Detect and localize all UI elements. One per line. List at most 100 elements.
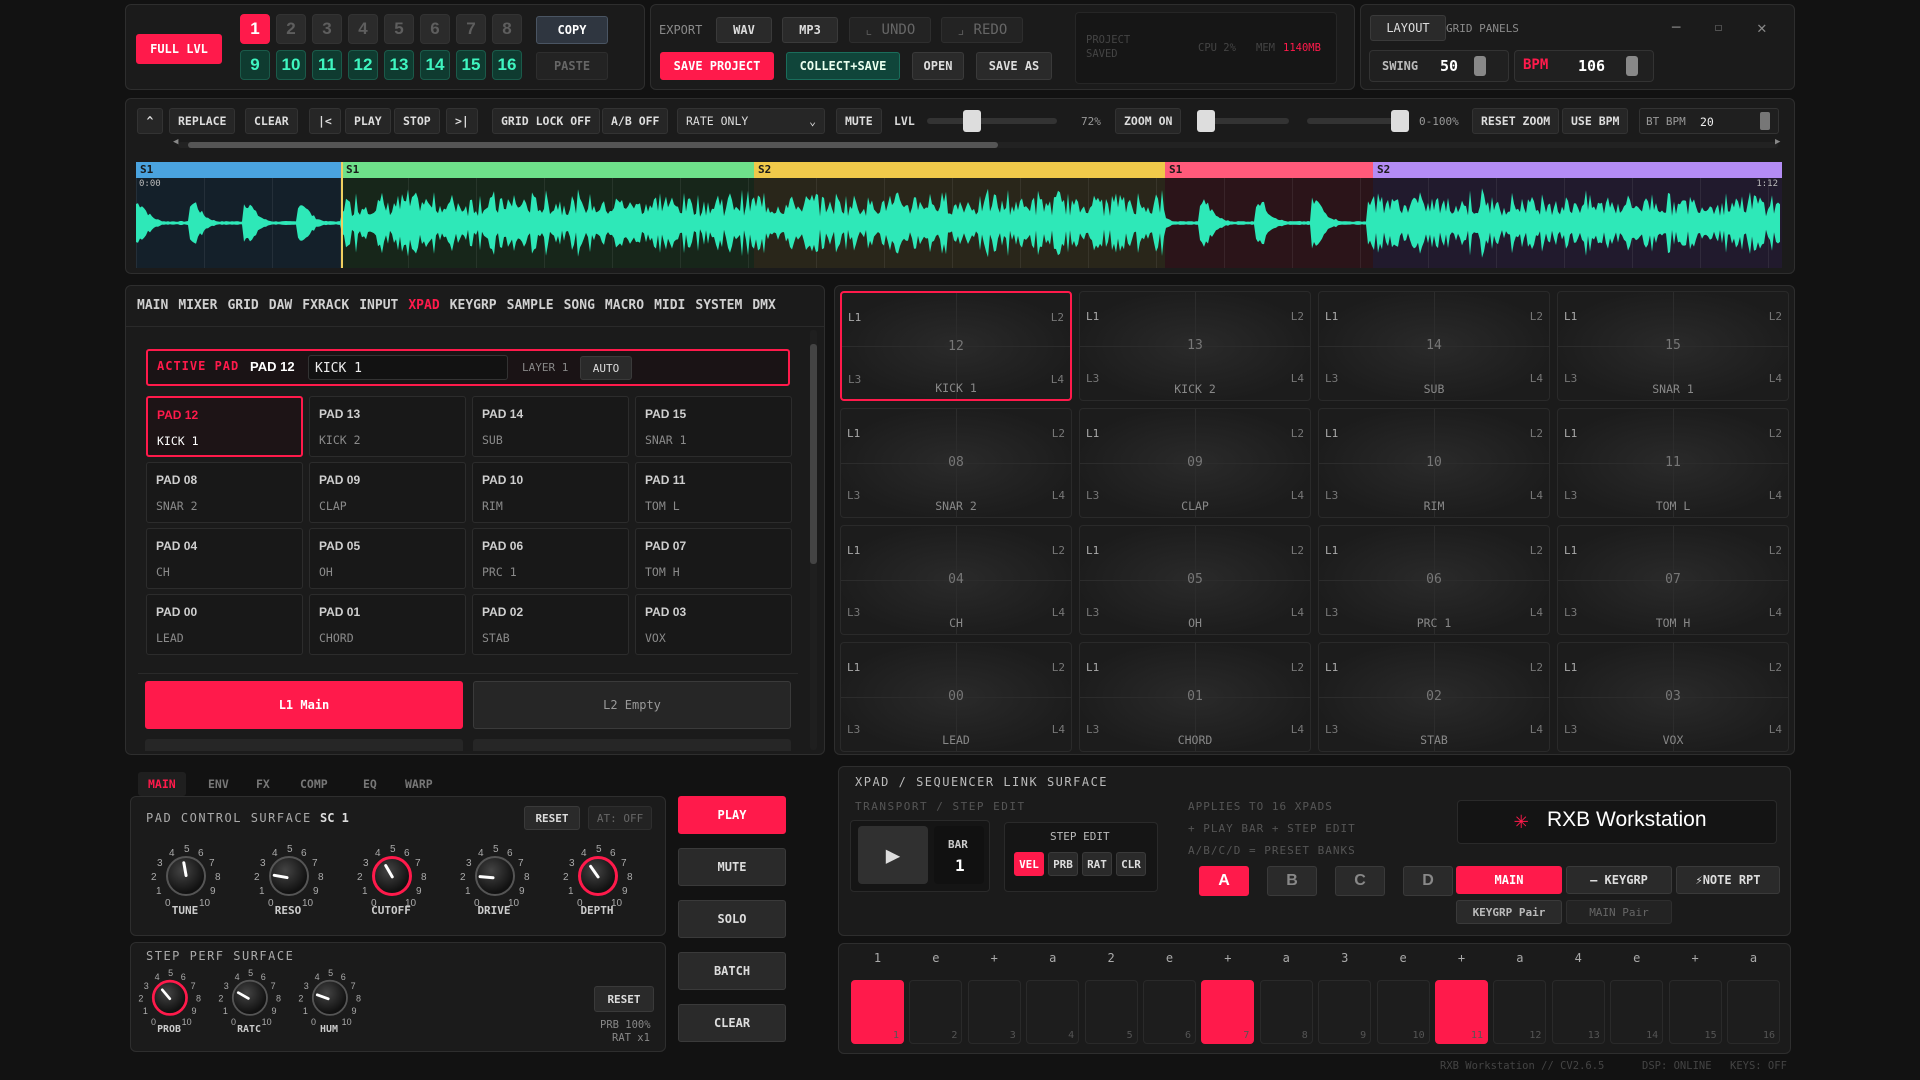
xpad-08[interactable]: L1 L2 L3 L4 08 SNAR 2 <box>840 408 1072 518</box>
open-button[interactable]: OPEN <box>912 52 964 80</box>
xpad-03[interactable]: L1 L2 L3 L4 03 VOX <box>1557 642 1789 752</box>
step-button[interactable]: 12 <box>1493 980 1547 1044</box>
bpm-slider-handle[interactable] <box>1626 56 1638 76</box>
step-button[interactable]: 6 <box>1143 980 1196 1044</box>
side-solo-button[interactable]: SOLO <box>678 900 786 938</box>
export-mp3-button[interactable]: MP3 <box>782 17 838 43</box>
knob-dial[interactable] <box>166 856 206 896</box>
knob-dial[interactable] <box>311 979 348 1016</box>
use-bpm-button[interactable]: USE BPM <box>1562 108 1629 134</box>
xpad-10[interactable]: L1 L2 L3 L4 10 RIM <box>1318 408 1550 518</box>
layer-4-button[interactable] <box>473 739 791 751</box>
collapse-up-button[interactable]: ^ <box>137 108 163 134</box>
pad-editor-scrollbar[interactable] <box>810 330 817 750</box>
step-mode-clr-button[interactable]: CLR <box>1116 852 1146 876</box>
knob-dial[interactable] <box>231 979 268 1016</box>
subtab-eq[interactable]: EQ <box>353 772 387 796</box>
lvl-slider-handle[interactable] <box>963 110 981 132</box>
knob-dial[interactable] <box>475 856 515 896</box>
pad-list-item[interactable]: PAD 06 PRC 1 <box>472 528 629 589</box>
pad-list-item[interactable]: PAD 07 TOM H <box>635 528 792 589</box>
prob-knob[interactable]: 0 1 2 3 4 5 6 7 8 9 10 PROB <box>124 960 214 1041</box>
bank-slot-1[interactable]: 1 <box>240 14 270 44</box>
side-play-button[interactable]: PLAY <box>678 796 786 834</box>
preset-bank-c-button[interactable]: C <box>1335 866 1385 896</box>
full-level-button[interactable]: FULL LVL <box>136 34 222 64</box>
bank-slot-2[interactable]: 2 <box>276 14 306 44</box>
maximize-icon[interactable]: ☐ <box>1715 20 1722 34</box>
subtab-fx[interactable]: FX <box>246 772 280 796</box>
bank-slot-10[interactable]: 10 <box>276 50 306 80</box>
note-repeat-button[interactable]: ⚡NOTE RPT <box>1676 866 1780 894</box>
tab-fxrack[interactable]: FXRACK <box>302 298 349 313</box>
ab-button[interactable]: A/B OFF <box>602 108 669 134</box>
collect-save-button[interactable]: COLLECT+SAVE <box>786 52 900 80</box>
depth-knob[interactable]: 0 1 2 3 4 5 6 7 8 9 10 DEPTH <box>547 834 647 924</box>
tab-main[interactable]: MAIN <box>137 298 168 313</box>
swing-slider-handle[interactable] <box>1474 56 1486 76</box>
hum-knob[interactable]: 0 1 2 3 4 5 6 7 8 9 10 HUM <box>284 960 374 1041</box>
zoom-slider[interactable] <box>1197 110 1289 132</box>
clear-button[interactable]: CLEAR <box>245 108 298 134</box>
pad-list-item[interactable]: PAD 12 KICK 1 <box>146 396 303 457</box>
tab-mixer[interactable]: MIXER <box>178 298 217 313</box>
pad-list-item[interactable]: PAD 03 VOX <box>635 594 792 655</box>
bank-slot-15[interactable]: 15 <box>456 50 486 80</box>
replace-button[interactable]: REPLACE <box>169 108 236 134</box>
pad-list-item[interactable]: PAD 13 KICK 2 <box>309 396 466 457</box>
tab-grid[interactable]: GRID <box>227 298 258 313</box>
bank-slot-4[interactable]: 4 <box>348 14 378 44</box>
pad-list-item[interactable]: PAD 14 SUB <box>472 396 629 457</box>
pad-list-item[interactable]: PAD 01 CHORD <box>309 594 466 655</box>
side-clear-button[interactable]: CLEAR <box>678 1004 786 1042</box>
pad-list-item[interactable]: PAD 11 TOM L <box>635 462 792 523</box>
step-button[interactable]: 3 <box>967 980 1021 1044</box>
bank-slot-7[interactable]: 7 <box>456 14 486 44</box>
subtab-env[interactable]: ENV <box>198 772 239 796</box>
step-button[interactable]: 2 <box>909 980 963 1044</box>
subtab-comp[interactable]: COMP <box>290 772 338 796</box>
pad-list-item[interactable]: PAD 02 STAB <box>472 594 629 655</box>
xpad-09[interactable]: L1 L2 L3 L4 09 CLAP <box>1079 408 1311 518</box>
pad-list-item[interactable]: PAD 09 CLAP <box>309 462 466 523</box>
waveform-display[interactable]: 0:00 1:12 S1 S1 S2 S1 S2 <box>136 162 1782 268</box>
pad-list-item[interactable]: PAD 10 RIM <box>472 462 629 523</box>
tab-macro[interactable]: MACRO <box>605 298 644 313</box>
tab-input[interactable]: INPUT <box>359 298 398 313</box>
main-pair-button[interactable]: MAIN Pair <box>1566 900 1672 924</box>
keygrp-pair-button[interactable]: KEYGRP Pair <box>1456 900 1562 924</box>
export-wav-button[interactable]: WAV <box>716 17 772 43</box>
tune-knob[interactable]: 0 1 2 3 4 5 6 7 8 9 10 TUNE <box>135 834 235 924</box>
tab-keygrp[interactable]: KEYGRP <box>450 298 497 313</box>
preset-bank-a-button[interactable]: A <box>1199 866 1249 896</box>
xpad-12[interactable]: L1 L2 L3 L4 12 KICK 1 <box>840 291 1072 401</box>
xpad-07[interactable]: L1 L2 L3 L4 07 TOM H <box>1557 525 1789 635</box>
reso-knob[interactable]: 0 1 2 3 4 5 6 7 8 9 10 RESO <box>238 834 338 924</box>
knob-dial[interactable] <box>269 856 309 896</box>
xpad-11[interactable]: L1 L2 L3 L4 11 TOM L <box>1557 408 1789 518</box>
pad-list-item[interactable]: PAD 15 SNAR 1 <box>635 396 792 457</box>
reset-zoom-button[interactable]: RESET ZOOM <box>1472 108 1560 134</box>
zoom-on-button[interactable]: ZOOM ON <box>1115 108 1182 134</box>
timeline-scroll-thumb[interactable] <box>188 142 998 148</box>
rate-select[interactable]: RATE ONLY ⌄ <box>677 108 825 134</box>
subtab-main[interactable]: MAIN <box>138 772 186 796</box>
lvl-slider[interactable] <box>927 110 1057 132</box>
xpad-13[interactable]: L1 L2 L3 L4 13 KICK 2 <box>1079 291 1311 401</box>
at-button[interactable]: AT: OFF <box>588 806 652 830</box>
xpad-04[interactable]: L1 L2 L3 L4 04 CH <box>840 525 1072 635</box>
keygrp-mode-button[interactable]: — KEYGRP <box>1566 866 1672 894</box>
bank-slot-3[interactable]: 3 <box>312 14 342 44</box>
bank-slot-5[interactable]: 5 <box>384 14 414 44</box>
step-button[interactable]: 13 <box>1551 980 1605 1044</box>
step-button[interactable]: 11 <box>1435 980 1488 1044</box>
ratc-knob[interactable]: 0 1 2 3 4 5 6 7 8 9 10 RATC <box>204 960 294 1041</box>
knob-dial[interactable] <box>372 856 412 896</box>
knob-dial[interactable] <box>151 979 188 1016</box>
undo-button[interactable]: ⌞ UNDO <box>849 17 931 43</box>
bank-slot-13[interactable]: 13 <box>384 50 414 80</box>
seq-play-button[interactable]: ▶ <box>858 826 928 884</box>
drive-knob[interactable]: 0 1 2 3 4 5 6 7 8 9 10 DRIVE <box>444 834 544 924</box>
bank-slot-16[interactable]: 16 <box>492 50 522 80</box>
xpad-05[interactable]: L1 L2 L3 L4 05 OH <box>1079 525 1311 635</box>
